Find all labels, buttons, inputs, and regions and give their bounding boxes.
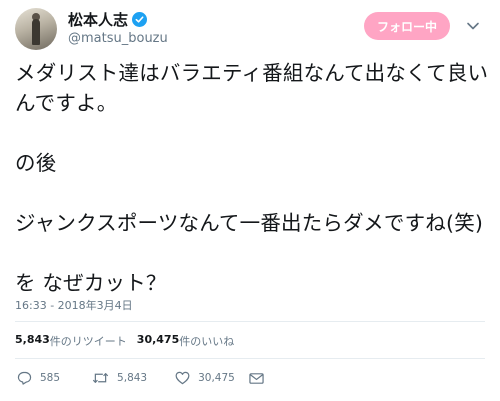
tweet-actions: 585 5,843 30,475 (17, 371, 264, 385)
heart-icon (175, 371, 190, 385)
tweet-text: メダリスト達はバラエティ番組なんて出なくて良いんですよ。 の後 ジャンクスポーツ… (15, 61, 489, 295)
like-button[interactable]: 30,475 (175, 371, 235, 385)
user-handle[interactable]: @matsu_bouzu (68, 31, 168, 46)
retweets-stat-label: 件のリツイート (49, 335, 127, 348)
like-count: 30,475 (198, 372, 235, 384)
likes-stat-count: 30,475 (136, 333, 180, 346)
retweet-count: 5,843 (117, 372, 148, 384)
likes-stat-label: 件のいいね (179, 335, 235, 348)
avatar-figure (32, 19, 40, 45)
retweet-button[interactable]: 5,843 (92, 371, 147, 385)
following-button[interactable]: フォロー中 (364, 12, 450, 40)
reply-button[interactable]: 585 (17, 371, 60, 385)
retweet-icon (92, 371, 109, 385)
chevron-down-icon[interactable] (466, 18, 480, 32)
divider (15, 321, 485, 322)
reply-icon (17, 371, 32, 385)
likes-stat[interactable]: 30,475 件のいいね (137, 333, 234, 349)
retweets-stat[interactable]: 5,843 件のリツイート (15, 333, 127, 349)
envelope-icon (249, 372, 264, 385)
engagement-stats: 5,843 件のリツイート 30,475 件のいいね (15, 333, 244, 349)
direct-message-button[interactable] (249, 372, 264, 385)
avatar[interactable] (15, 8, 57, 50)
reply-count: 585 (40, 372, 61, 384)
divider (15, 358, 485, 359)
retweets-stat-count: 5,843 (15, 333, 50, 346)
verified-badge-icon (132, 12, 148, 27)
tweet-timestamp[interactable]: 16:33 - 2018年3月4日 (15, 297, 133, 313)
user-name-row: 松本人志 (68, 9, 148, 30)
display-name[interactable]: 松本人志 (68, 9, 128, 30)
